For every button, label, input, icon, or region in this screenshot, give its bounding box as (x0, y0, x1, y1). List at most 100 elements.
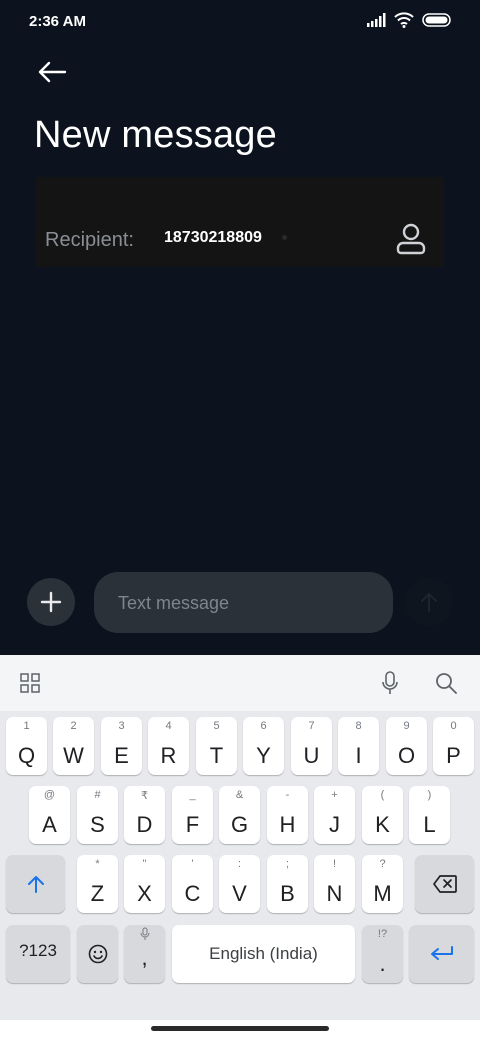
key-t[interactable]: 5T (196, 717, 237, 775)
key-hint: ₹ (141, 790, 148, 802)
shift-key[interactable] (6, 855, 65, 913)
key-d[interactable]: ₹ D (124, 786, 165, 844)
page-title: New message (34, 114, 277, 156)
wifi-icon (394, 12, 414, 28)
mic-hint-icon (140, 927, 149, 940)
key-hint: 0 (450, 720, 457, 732)
key-g[interactable]: & G (219, 786, 260, 844)
home-gesture-handle[interactable] (151, 1026, 329, 1031)
recipient-label: Recipient: (45, 229, 134, 251)
key-label: J (329, 812, 340, 837)
enter-key[interactable] (409, 925, 474, 983)
key-hint: 8 (355, 720, 362, 732)
key-label: Y (256, 743, 271, 768)
key-hint: 3 (118, 720, 125, 732)
key-p[interactable]: 0P (433, 717, 474, 775)
battery-icon (422, 13, 451, 27)
navigation-bar (0, 1020, 480, 1040)
backspace-key[interactable] (415, 855, 474, 913)
key-o[interactable]: 9O (386, 717, 427, 775)
cursor-dot (282, 235, 287, 240)
key-label: . (379, 951, 386, 976)
key-hint: : (237, 858, 242, 870)
key-h[interactable]: -H (267, 786, 308, 844)
contact-icon[interactable] (396, 223, 426, 255)
key-n[interactable]: ! N (314, 855, 355, 913)
key-label: T (209, 743, 224, 768)
comma-key[interactable]: , (124, 925, 165, 983)
key-x[interactable]: " X (124, 855, 165, 913)
recipient-value[interactable]: 18730218809 (164, 229, 262, 247)
message-placeholder: Text message (118, 593, 230, 613)
key-hint: _ (189, 789, 196, 801)
key-label: L (423, 812, 436, 837)
key-b[interactable]: ; B (267, 855, 308, 913)
key-label: V (232, 881, 247, 906)
key-hint: * (95, 858, 100, 870)
key-hint: !? (377, 928, 388, 940)
send-button[interactable] (405, 578, 453, 626)
apps-grid-icon[interactable] (18, 671, 42, 695)
arrow-left-icon (38, 61, 67, 83)
key-k[interactable]: (K (362, 786, 403, 844)
key-y[interactable]: 6Y (243, 717, 284, 775)
key-label: A (42, 812, 57, 837)
key-s[interactable]: # S (77, 786, 118, 844)
plus-icon (40, 591, 62, 613)
key-r[interactable]: 4R (148, 717, 189, 775)
key-hint: ) (427, 789, 432, 801)
recipient-field[interactable]: Recipient: 18730218809 (36, 177, 444, 267)
key-label: M (373, 881, 392, 906)
key-label: P (446, 743, 461, 768)
key-m[interactable]: ? M (362, 855, 403, 913)
key-hint: 4 (165, 720, 172, 732)
key-label: N (326, 881, 343, 906)
key-label: F (185, 812, 200, 837)
space-key[interactable]: English (India) (172, 925, 355, 983)
search-icon[interactable] (434, 671, 458, 695)
key-hint: ' (191, 858, 194, 870)
period-key[interactable]: !?. (362, 925, 403, 983)
key-hint: & (235, 789, 244, 801)
key-label: U (303, 743, 320, 768)
microphone-icon[interactable] (378, 671, 402, 695)
key-v[interactable]: :V (219, 855, 260, 913)
key-z[interactable]: * Z (77, 855, 118, 913)
key-hint: @ (43, 789, 56, 801)
emoji-key[interactable] (77, 925, 118, 983)
key-label: D (136, 812, 153, 837)
emoji-icon (88, 944, 107, 964)
key-label: Q (17, 743, 36, 768)
key-label: O (397, 743, 416, 768)
key-label: , (141, 945, 148, 970)
key-hint: 6 (260, 720, 267, 732)
key-f[interactable]: _ F (172, 786, 213, 844)
arrow-up-icon (421, 593, 437, 612)
key-c[interactable]: ' C (172, 855, 213, 913)
key-l[interactable]: ) L (409, 786, 450, 844)
key-hint: + (331, 789, 338, 801)
key-label: Z (90, 881, 105, 906)
key-e[interactable]: 3E (101, 717, 142, 775)
key-q[interactable]: 1Q (6, 717, 47, 775)
key-j[interactable]: + J (314, 786, 355, 844)
key-u[interactable]: 7U (291, 717, 332, 775)
key-hint: " (142, 858, 147, 870)
key-w[interactable]: 2W (53, 717, 94, 775)
symbols-key[interactable]: ?123 (6, 925, 70, 983)
key-hint: 2 (70, 720, 77, 732)
message-input[interactable]: Text message (94, 572, 393, 633)
key-hint: ; (285, 858, 290, 870)
key-hint: - (285, 789, 290, 801)
key-i[interactable]: 8I (338, 717, 379, 775)
key-a[interactable]: @ A (29, 786, 70, 844)
back-button[interactable] (34, 54, 70, 90)
key-label: ?123 (19, 941, 57, 960)
key-label: C (184, 881, 201, 906)
key-label: I (355, 743, 362, 768)
key-hint: 5 (213, 720, 220, 732)
add-attachment-button[interactable] (27, 578, 75, 626)
key-label: E (114, 743, 129, 768)
key-label: S (90, 812, 105, 837)
signal-icon (367, 13, 386, 27)
